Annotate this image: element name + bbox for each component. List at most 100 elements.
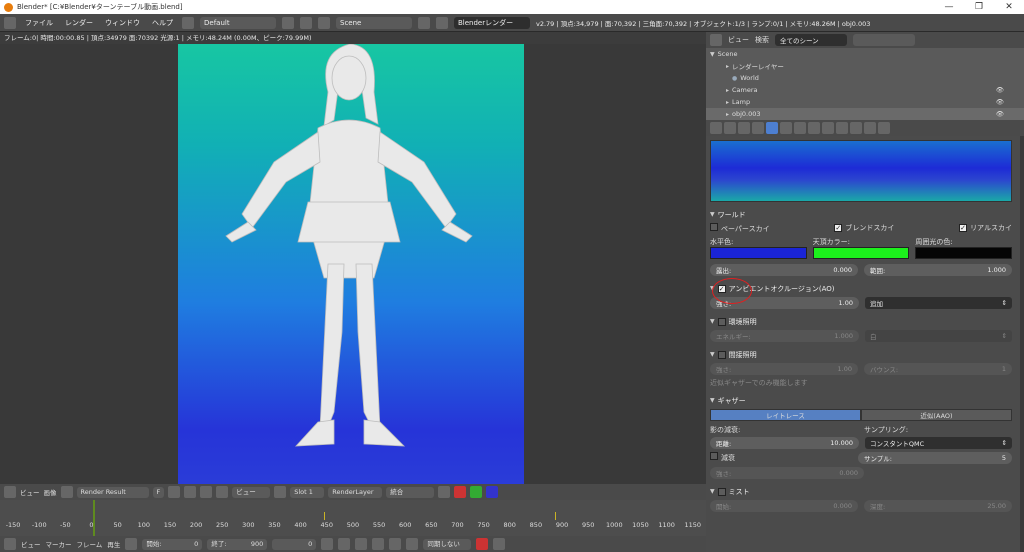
editor-type-icon[interactable] xyxy=(4,16,16,29)
minimize-button[interactable]: — xyxy=(934,0,964,14)
eye-icon[interactable]: 👁 xyxy=(996,86,1004,94)
editor-type-icon[interactable] xyxy=(4,486,16,498)
screen-layout-icon[interactable] xyxy=(182,16,194,29)
data-tab-icon[interactable] xyxy=(822,122,834,134)
scene-icon[interactable] xyxy=(318,16,330,29)
auto-keying-icon[interactable] xyxy=(476,538,489,550)
env-checkbox[interactable] xyxy=(717,317,726,326)
blend-sky-checkbox[interactable]: ✓ ブレンドスカイ xyxy=(834,223,894,233)
mist-panel-header[interactable]: ▼ ミスト xyxy=(710,485,1012,498)
texture-tab-icon[interactable] xyxy=(850,122,862,134)
indirect-bounces-field[interactable]: バウンス: 1 xyxy=(864,363,1012,375)
world-tab-icon[interactable] xyxy=(766,122,778,134)
mist-depth-field[interactable]: 深度: 25.00 xyxy=(864,500,1012,512)
tree-item-scene[interactable]: ▼ Scene xyxy=(706,48,1024,60)
menu-view[interactable]: ビュー xyxy=(21,539,41,549)
play-icon[interactable] xyxy=(372,538,385,550)
remove-scene-icon[interactable] xyxy=(436,16,448,29)
blue-channel-icon[interactable] xyxy=(486,486,499,498)
zenith-color-swatch[interactable] xyxy=(812,247,910,259)
constraints-tab-icon[interactable] xyxy=(794,122,806,134)
exposure-field[interactable]: 露出: 0.000 xyxy=(710,264,858,276)
distance-field[interactable]: 距離: 10.000 xyxy=(710,437,859,449)
menu-frame[interactable]: フレーム xyxy=(77,539,103,549)
add-screen-icon[interactable] xyxy=(282,16,294,29)
prev-keyframe-icon[interactable] xyxy=(338,538,351,550)
render-pass-select[interactable]: 統合 xyxy=(386,486,435,498)
paper-sky-checkbox[interactable]: ペーパースカイ xyxy=(710,222,770,234)
world-panel-header[interactable]: ▼ ワールド xyxy=(710,208,1012,221)
indirect-panel-header[interactable]: ▼ 間接照明 xyxy=(710,348,1012,361)
falloff-strength-field[interactable]: 強さ: 0.000 xyxy=(710,467,864,479)
open-image-icon[interactable] xyxy=(184,486,197,498)
render-engine-select[interactable]: Blenderレンダー xyxy=(454,16,530,29)
fake-user-button[interactable]: F xyxy=(152,486,165,498)
scene-field[interactable]: Scene xyxy=(336,16,412,29)
menu-render[interactable]: レンダー xyxy=(62,18,96,28)
tree-item-world[interactable]: ● World xyxy=(706,72,1024,84)
tree-item-camera[interactable]: ▸ Camera 👁 xyxy=(706,84,1024,96)
tree-item-render-layers[interactable]: ▸ レンダーレイヤー xyxy=(706,60,1024,72)
render-tab-icon[interactable] xyxy=(724,122,736,134)
view-mode-select[interactable]: ビュー xyxy=(232,486,271,498)
material-tab-icon[interactable] xyxy=(836,122,848,134)
maximize-button[interactable]: ❐ xyxy=(964,0,994,14)
horizon-color-swatch[interactable] xyxy=(710,247,807,259)
menu-image[interactable]: 画像 xyxy=(44,487,57,497)
image-browse-icon[interactable] xyxy=(60,486,73,498)
properties-scrollbar[interactable] xyxy=(1020,136,1024,552)
render-result-canvas[interactable] xyxy=(178,32,524,484)
add-scene-icon[interactable] xyxy=(418,16,430,29)
screen-layout-field[interactable]: Default xyxy=(200,16,276,29)
env-energy-field[interactable]: エネルギー: 1.000 xyxy=(710,330,859,342)
indirect-factor-field[interactable]: 強さ: 1.00 xyxy=(710,363,858,375)
menu-playback[interactable]: 再生 xyxy=(107,539,120,549)
physics-tab-icon[interactable] xyxy=(878,122,890,134)
play-reverse-icon[interactable] xyxy=(355,538,368,550)
display-mode-select[interactable]: 全てのシーン xyxy=(775,34,847,46)
mist-start-field[interactable]: 開始: 0.000 xyxy=(710,500,858,512)
remove-screen-icon[interactable] xyxy=(300,16,312,29)
draw-channels-icon[interactable] xyxy=(438,486,451,498)
jump-end-icon[interactable] xyxy=(406,538,419,550)
new-image-icon[interactable] xyxy=(168,486,181,498)
close-button[interactable]: ✕ xyxy=(994,0,1024,14)
current-frame-field[interactable]: 0 xyxy=(272,538,317,550)
slot-select[interactable]: Slot 1 xyxy=(290,486,325,498)
keying-set-icon[interactable] xyxy=(493,538,506,550)
tab-raytrace[interactable]: レイトレース xyxy=(710,409,861,421)
scene-tab-icon[interactable] xyxy=(752,122,764,134)
jump-start-icon[interactable] xyxy=(321,538,334,550)
menu-search[interactable]: 検索 xyxy=(755,35,769,45)
object-tab-icon[interactable] xyxy=(780,122,792,134)
pivot-icon[interactable] xyxy=(274,486,287,498)
range-field[interactable]: 範囲: 1.000 xyxy=(864,264,1012,276)
menu-help[interactable]: ヘルプ xyxy=(149,18,176,28)
menu-marker[interactable]: マーカー xyxy=(46,539,72,549)
modifiers-tab-icon[interactable] xyxy=(808,122,820,134)
editor-type-icon[interactable] xyxy=(4,538,16,550)
ambient-color-swatch[interactable] xyxy=(915,247,1013,259)
env-panel-header[interactable]: ▼ 環境照明 xyxy=(710,315,1012,328)
sync-mode-select[interactable]: 同期しない xyxy=(423,538,472,550)
samples-field[interactable]: サンプル: 5 xyxy=(858,452,1012,464)
preview-range-icon[interactable] xyxy=(125,538,138,550)
tab-approximate[interactable]: 近似(AAO) xyxy=(861,409,1012,421)
tree-item-obj[interactable]: ▸ obj0.003 👁 xyxy=(706,108,1024,120)
record-icon[interactable] xyxy=(454,486,467,498)
ao-panel-header[interactable]: ▼ ✓ アンビエントオクルージョン(AO) xyxy=(710,282,1012,295)
indirect-checkbox[interactable] xyxy=(717,350,726,359)
menu-view[interactable]: ビュー xyxy=(728,35,749,45)
menu-window[interactable]: ウィンドウ xyxy=(102,18,143,28)
green-channel-icon[interactable] xyxy=(470,486,483,498)
eye-icon[interactable]: 👁 xyxy=(996,98,1004,106)
search-input[interactable] xyxy=(853,34,915,46)
render-layer-select[interactable]: RenderLayer xyxy=(328,486,383,498)
gather-panel-header[interactable]: ▼ ギャザー xyxy=(710,394,1012,407)
particles-tab-icon[interactable] xyxy=(864,122,876,134)
start-frame-field[interactable]: 開始: 0 xyxy=(142,538,203,550)
unlink-image-icon[interactable] xyxy=(200,486,213,498)
env-color-select[interactable]: 白 ⇕ xyxy=(865,330,1012,342)
end-frame-field[interactable]: 終了: 900 xyxy=(207,538,268,550)
sampling-method-select[interactable]: コンスタントQMC ⇕ xyxy=(865,437,1012,449)
